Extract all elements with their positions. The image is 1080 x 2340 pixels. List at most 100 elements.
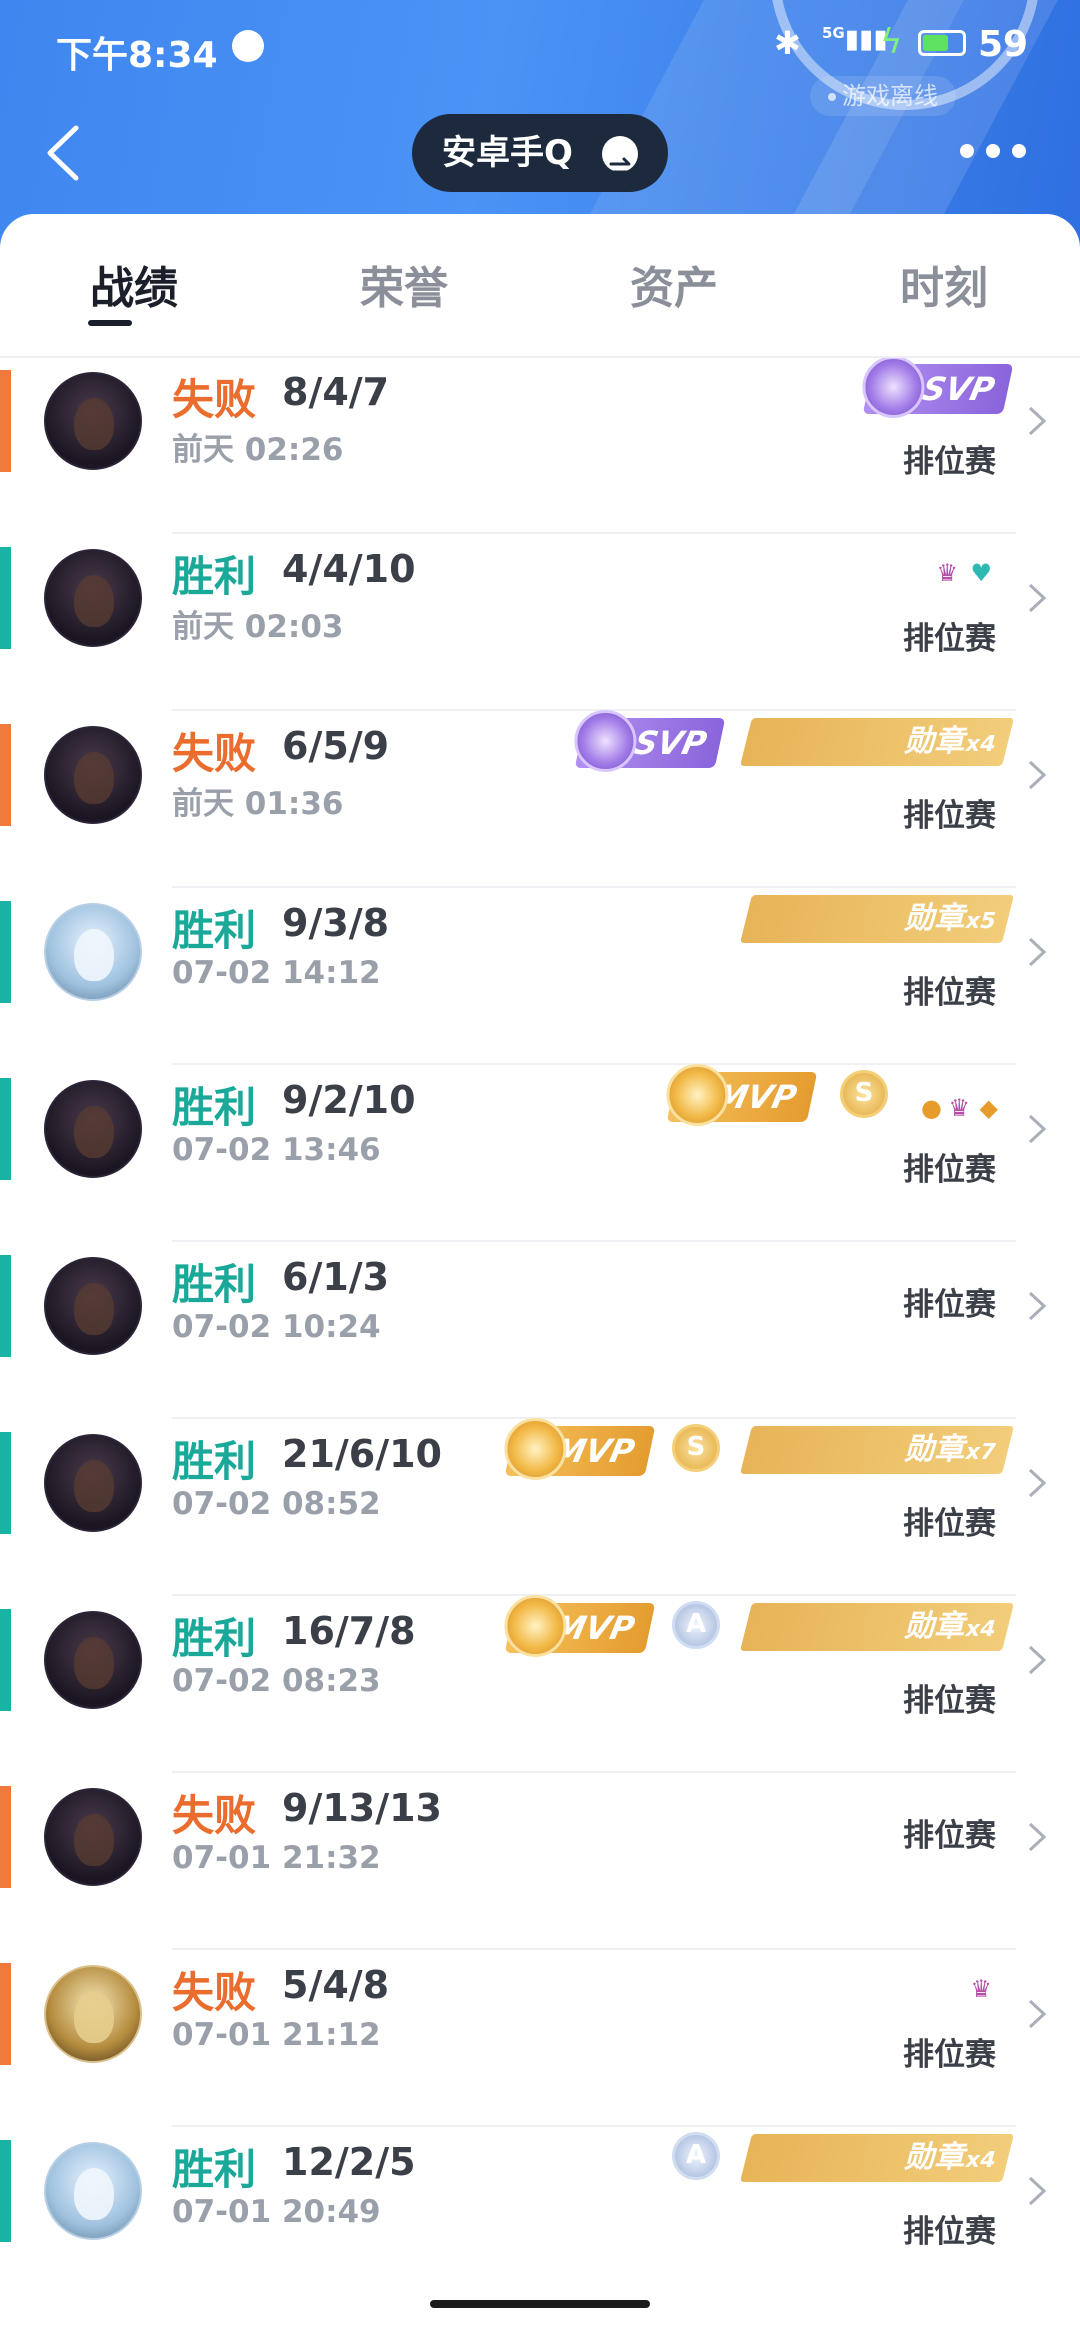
hero-avatar (44, 2142, 142, 2240)
match-mode: 排位赛 (903, 798, 996, 834)
svp-badge: SVP (862, 358, 1014, 418)
chevron-right-icon (1028, 1291, 1047, 1321)
bluetooth-icon: ✱ (774, 24, 801, 62)
hero-avatar (44, 1080, 142, 1178)
medal-label: 勋章 (902, 901, 971, 936)
more-dots-icon (986, 144, 1000, 158)
row-divider (172, 886, 1016, 888)
hero-avatar (44, 903, 142, 1001)
row-divider (172, 1063, 1016, 1065)
account-switcher[interactable]: 安卓手Q (412, 114, 668, 192)
match-time: 前天 02:26 (172, 432, 344, 468)
result-indicator (0, 547, 11, 649)
home-indicator[interactable] (430, 2300, 650, 2308)
match-result: 失败 (172, 1791, 257, 1840)
result-indicator (0, 1078, 11, 1180)
row-divider (172, 1417, 1016, 1419)
medal-label: 勋章 (902, 1432, 971, 1467)
svp-label: SVP (630, 724, 711, 762)
chevron-right-icon (1028, 406, 1047, 436)
match-mode: 排位赛 (903, 1818, 996, 1854)
chevron-left-icon (47, 125, 79, 181)
chevron-right-icon (1028, 760, 1047, 790)
more-dots-icon (1012, 144, 1026, 158)
match-kda: 21/6/10 (282, 1432, 442, 1476)
back-button[interactable] (36, 118, 96, 188)
match-mode: 排位赛 (903, 621, 996, 657)
match-badges: ♛ ♥ (918, 541, 998, 599)
tab-records[interactable]: 战绩 (44, 252, 224, 316)
match-result: 失败 (172, 375, 257, 424)
medal-count: x4 (962, 732, 999, 757)
a-rank-coin: A (672, 1601, 720, 1649)
match-mode: 排位赛 (903, 1506, 996, 1542)
match-row[interactable]: 胜利 9/3/8 07-02 14:12 勋章x5 排位赛 (0, 889, 1080, 1065)
svp-label: SVP (918, 370, 999, 408)
tab-honors[interactable]: 荣誉 (314, 252, 494, 316)
match-time: 07-01 21:12 (172, 2017, 381, 2053)
hero-avatar (44, 549, 142, 647)
hero-avatar (44, 1257, 142, 1355)
match-badges: SVP (848, 358, 1014, 422)
a-rank-coin: A (672, 2132, 720, 2180)
match-row[interactable]: 胜利 4/4/10 前天 02:03 ♛ ♥ 排位赛 (0, 535, 1080, 711)
match-kda: 5/4/8 (282, 1963, 390, 2007)
hero-avatar (44, 726, 142, 824)
medal-count: x4 (962, 2148, 999, 2173)
row-divider (172, 1771, 1016, 1773)
more-options-button[interactable] (954, 130, 1034, 174)
svp-emblem-icon (862, 358, 925, 418)
match-mode: 排位赛 (903, 1152, 996, 1188)
medal-count: x4 (962, 1617, 999, 1642)
row-divider (172, 1948, 1016, 1950)
match-kda: 9/3/8 (282, 901, 390, 945)
medal-count: x7 (962, 1440, 999, 1465)
message-notification-icon (232, 30, 264, 62)
hero-avatar (44, 372, 142, 470)
match-result: 胜利 (172, 1260, 257, 1309)
tab-moments[interactable]: 时刻 (854, 252, 1034, 316)
result-indicator (0, 2140, 11, 2242)
result-indicator (0, 901, 11, 1003)
match-row[interactable]: 失败 8/4/7 前天 02:26 SVP 排位赛 (0, 358, 1080, 534)
match-row[interactable]: 胜利 6/1/3 07-02 10:24 排位赛 (0, 1243, 1080, 1419)
match-kda: 6/1/3 (282, 1255, 390, 1299)
match-row[interactable]: 胜利 21/6/10 07-02 08:52 勋章x7 S MVP 排位赛 (0, 1418, 1080, 1596)
hero-avatar (44, 1434, 142, 1532)
match-row[interactable]: 失败 6/5/9 前天 01:36 勋章x4 SVP 排位赛 (0, 710, 1080, 888)
hero-avatar (44, 1788, 142, 1886)
row-divider (172, 709, 1016, 711)
match-row[interactable]: 失败 5/4/8 07-01 21:12 ♛ 排位赛 (0, 1951, 1080, 2127)
result-indicator (0, 370, 11, 472)
medal-badge: 勋章x4 (740, 718, 1014, 766)
status-time: 下午8:34 (56, 35, 218, 76)
match-row[interactable]: 失败 9/13/13 07-01 21:32 排位赛 (0, 1774, 1080, 1950)
match-result: 失败 (172, 729, 257, 778)
result-indicator (0, 1786, 11, 1888)
match-time: 07-02 08:52 (172, 1486, 381, 1522)
mvp-emblem-icon (666, 1064, 729, 1126)
feat-icon: ♛ (936, 559, 958, 587)
match-badges: 勋章x7 S MVP (504, 1418, 1014, 1484)
account-name: 安卓手Q (442, 133, 573, 173)
result-indicator (0, 1255, 11, 1357)
s-rank-coin: S (840, 1070, 888, 1118)
match-row[interactable]: 胜利 12/2/5 07-01 20:49 勋章x4 A 排位赛 (0, 2128, 1080, 2258)
row-divider (172, 1594, 1016, 1596)
match-history-list: 失败 8/4/7 前天 02:26 SVP 排位赛 胜利 4/4/10 前天 0… (0, 358, 1080, 2258)
match-kda: 8/4/7 (282, 370, 390, 414)
match-result: 胜利 (172, 1437, 257, 1486)
heart-plus-icon: ♥ (970, 559, 992, 587)
tab-assets[interactable]: 资产 (584, 252, 764, 316)
match-row[interactable]: 胜利 9/2/10 07-02 13:46 ◆ ♛ ● S MVP 排位赛 (0, 1064, 1080, 1242)
network-type: 5G (822, 24, 845, 42)
charging-icon: ϟ (880, 22, 903, 62)
match-time: 07-01 20:49 (172, 2194, 381, 2230)
mvp-emblem-icon (504, 1595, 567, 1657)
mvp-badge: MVP (504, 1595, 656, 1657)
match-kda: 16/7/8 (282, 1609, 416, 1653)
mvp-badge: MVP (666, 1064, 818, 1126)
match-row[interactable]: 胜利 16/7/8 07-02 08:23 勋章x4 A MVP 排位赛 (0, 1595, 1080, 1773)
row-divider (172, 1240, 1016, 1242)
mvp-badge: MVP (504, 1418, 656, 1480)
